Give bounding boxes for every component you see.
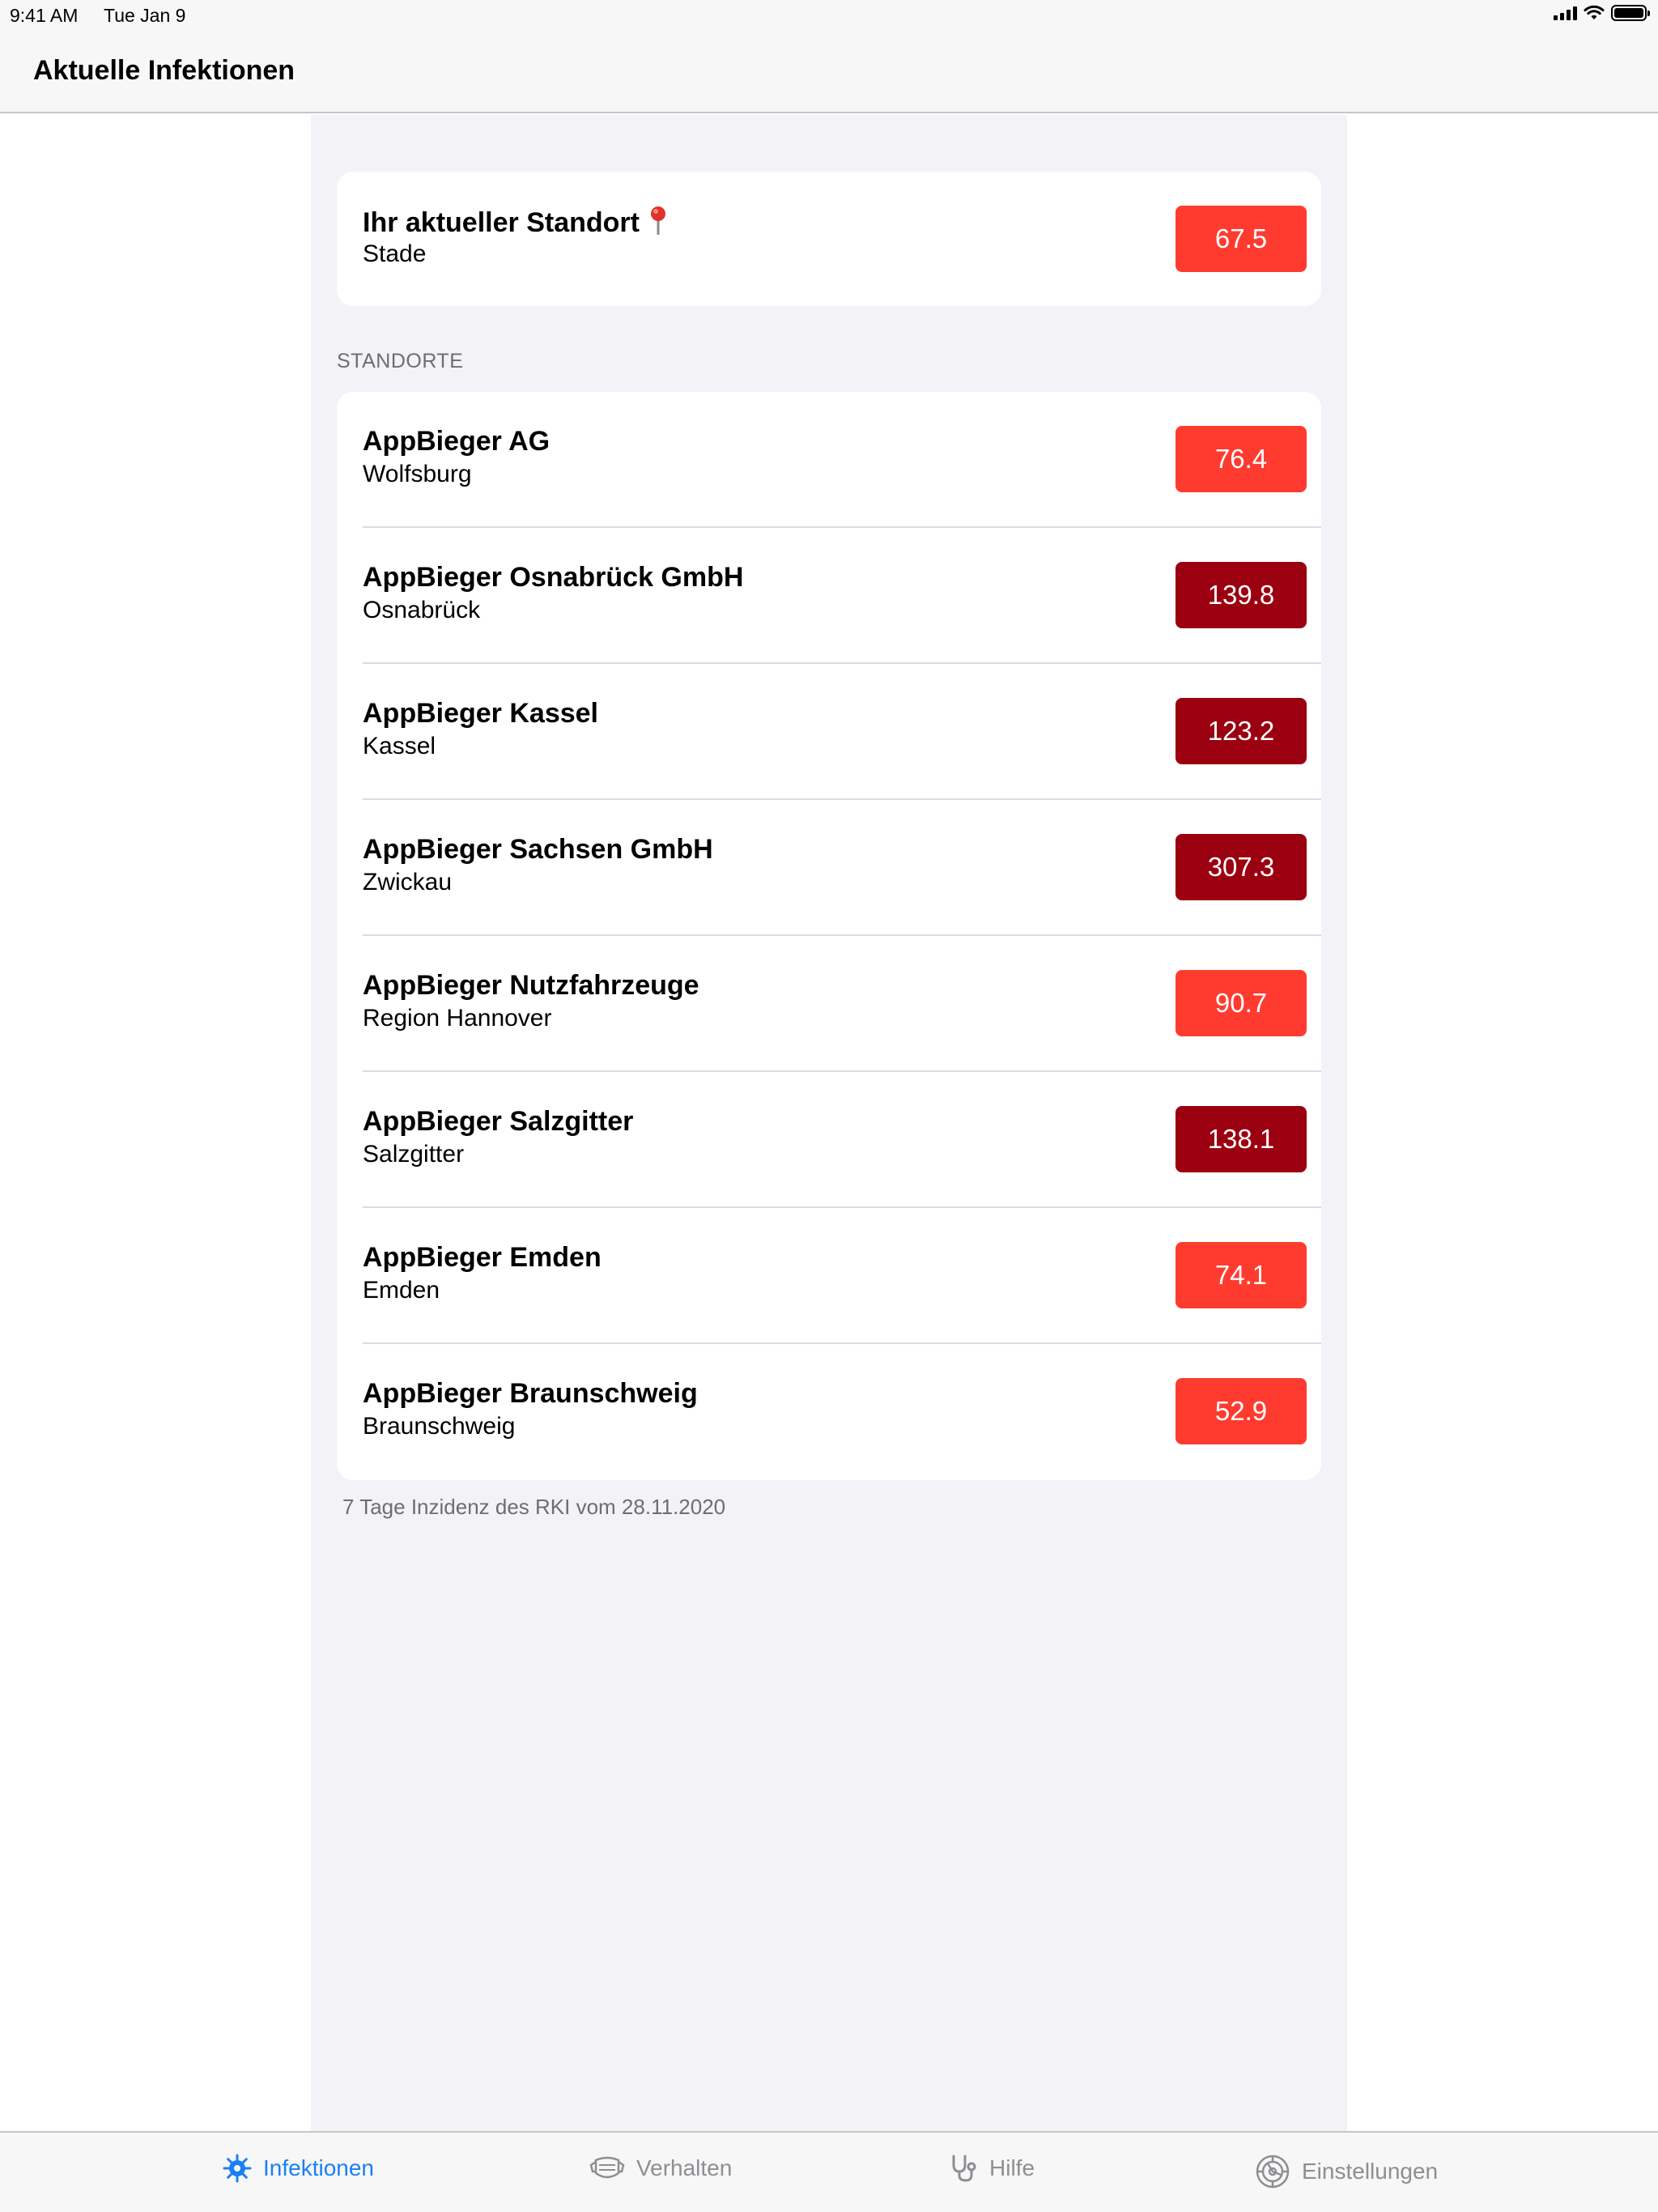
incidence-badge: 74.1: [1175, 1242, 1307, 1308]
location-city: Osnabrück: [363, 597, 481, 623]
location-name: AppBieger Salzgitter: [363, 1106, 634, 1137]
current-location-card: Ihr aktueller Standort Stade 67.5: [337, 172, 1321, 306]
tab-label: Verhalten: [636, 2155, 733, 2180]
location-city: Region Hannover: [363, 1005, 552, 1032]
tab-bar: Infektionen Verhalten Hilfe Einstellunge…: [0, 2131, 1658, 2212]
incidence-badge: 139.8: [1175, 562, 1307, 628]
location-city: Wolfsburg: [363, 461, 472, 487]
location-name: AppBieger Kassel: [363, 698, 598, 729]
wifi-icon: [1584, 5, 1605, 19]
tab-label: Infektionen: [263, 2155, 374, 2180]
tab-verhalten[interactable]: Verhalten: [589, 2154, 732, 2183]
location-city: Kassel: [363, 733, 436, 759]
location-name: AppBieger Osnabrück GmbH: [363, 562, 744, 593]
navigation-bar: Aktuelle Infektionen: [0, 32, 1658, 113]
location-city: Braunschweig: [363, 1413, 516, 1440]
section-header: STANDORTE: [337, 350, 464, 372]
location-row[interactable]: AppBieger Emden Emden 74.1: [337, 1208, 1321, 1344]
current-location-city: Stade: [363, 240, 427, 267]
current-location-title: Ihr aktueller Standort: [363, 206, 667, 239]
current-location-title-text: Ihr aktueller Standort: [363, 207, 640, 238]
location-row[interactable]: AppBieger Sachsen GmbH Zwickau 307.3: [337, 800, 1321, 936]
status-icons: [1554, 5, 1650, 21]
mask-icon: [589, 2156, 625, 2179]
incidence-badge: 138.1: [1175, 1106, 1307, 1172]
locations-list: AppBieger AG Wolfsburg 76.4 AppBieger Os…: [337, 392, 1321, 1480]
tab-infektionen[interactable]: Infektionen: [223, 2154, 374, 2183]
location-row[interactable]: AppBieger Braunschweig Braunschweig 52.9: [337, 1344, 1321, 1480]
gear-icon: [1256, 2155, 1290, 2189]
cellular-signal-icon: [1554, 6, 1577, 20]
virus-icon: [223, 2154, 252, 2183]
tab-einstellungen[interactable]: Einstellungen: [1255, 2154, 1438, 2189]
incidence-badge: 76.4: [1175, 426, 1307, 492]
battery-icon: [1611, 5, 1650, 21]
stethoscope-icon: [952, 2155, 976, 2182]
location-name: AppBieger AG: [363, 426, 551, 457]
location-row[interactable]: AppBieger AG Wolfsburg 76.4: [337, 392, 1321, 528]
status-time: 9:41 AM: [10, 5, 79, 26]
footnote: 7 Tage Inzidenz des RKI vom 28.11.2020: [342, 1495, 726, 1519]
status-date: Tue Jan 9: [104, 5, 186, 26]
location-row[interactable]: AppBieger Osnabrück GmbH Osnabrück 139.8: [337, 528, 1321, 664]
tab-label: Einstellungen: [1302, 2159, 1439, 2184]
location-row[interactable]: AppBieger Salzgitter Salzgitter 138.1: [337, 1072, 1321, 1208]
content-area: Ihr aktueller Standort Stade 67.5 STANDO…: [311, 115, 1347, 2131]
current-location-row[interactable]: Ihr aktueller Standort Stade 67.5: [337, 172, 1321, 306]
incidence-badge: 67.5: [1175, 206, 1307, 272]
location-city: Emden: [363, 1277, 440, 1304]
incidence-badge: 307.3: [1175, 834, 1307, 900]
page-title: Aktuelle Infektionen: [33, 55, 295, 86]
incidence-badge: 52.9: [1175, 1378, 1307, 1444]
location-name: AppBieger Emden: [363, 1242, 602, 1273]
location-city: Zwickau: [363, 869, 453, 895]
incidence-badge: 123.2: [1175, 698, 1307, 764]
location-city: Salzgitter: [363, 1141, 465, 1168]
tab-hilfe[interactable]: Hilfe: [949, 2154, 1035, 2183]
location-row[interactable]: AppBieger Nutzfahrzeuge Region Hannover …: [337, 936, 1321, 1072]
location-name: AppBieger Sachsen GmbH: [363, 834, 713, 865]
incidence-badge: 90.7: [1175, 970, 1307, 1036]
location-row[interactable]: AppBieger Kassel Kassel 123.2: [337, 664, 1321, 800]
map-pin-icon: [650, 206, 665, 235]
status-bar: 9:41 AM Tue Jan 9: [0, 0, 1658, 32]
location-name: AppBieger Braunschweig: [363, 1378, 698, 1409]
tab-label: Hilfe: [989, 2155, 1035, 2180]
location-name: AppBieger Nutzfahrzeuge: [363, 970, 699, 1001]
